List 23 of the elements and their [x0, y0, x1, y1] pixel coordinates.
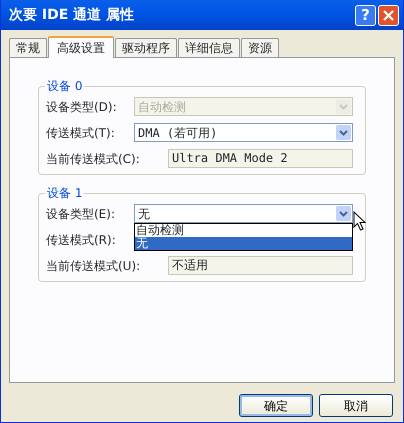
- tab[interactable]: 资源: [241, 38, 279, 57]
- close-icon: [383, 10, 394, 20]
- tab[interactable]: 驱动程序: [115, 38, 177, 57]
- field-label: 传送模式(T):: [46, 124, 116, 142]
- dialog-button[interactable]: 取消: [319, 394, 393, 417]
- group-title: 设备 1: [45, 186, 84, 200]
- window-title: 次要 IDE 通道 属性: [9, 6, 136, 24]
- dialog-button[interactable]: 确定: [239, 394, 313, 417]
- group-title: 设备 0: [45, 79, 84, 93]
- dropdown-option[interactable]: 自动检测: [135, 224, 352, 237]
- field-label: 传送模式(R):: [46, 232, 117, 248]
- tab[interactable]: 详细信息: [178, 38, 240, 57]
- close-button[interactable]: [378, 4, 399, 26]
- field-label: 设备类型(E):: [46, 206, 116, 222]
- dropdown: 自动检测: [134, 97, 353, 116]
- field-label: 当前传送模式(C):: [46, 150, 141, 168]
- tab[interactable]: 常规: [9, 38, 47, 57]
- help-button[interactable]: ?: [355, 4, 376, 26]
- tab[interactable]: 高级设置: [48, 36, 114, 58]
- dropdown-option[interactable]: 无: [135, 237, 352, 250]
- dropdown[interactable]: DMA (若可用): [134, 123, 353, 142]
- field-label: 设备类型(D):: [46, 98, 118, 116]
- field-label: 当前传送模式(U):: [46, 258, 142, 274]
